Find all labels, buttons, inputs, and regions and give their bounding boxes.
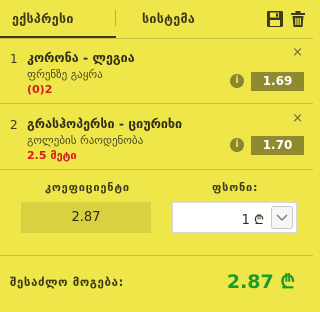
floppy-disk-icon[interactable]	[266, 10, 284, 28]
trash-icon[interactable]	[289, 10, 307, 28]
possible-winnings: შესაძლო მოგება: 2.87 ₾	[0, 255, 313, 312]
tab-system[interactable]: სისტემა	[142, 11, 195, 26]
bet-item: 1 კორონა - ლეგია ფრენზე გაყრა (0)2 × i 1…	[0, 38, 313, 102]
chevron-down-icon[interactable]	[271, 206, 293, 229]
info-icon[interactable]: i	[230, 138, 244, 152]
stake-select[interactable]: 1 ₾	[172, 202, 297, 233]
bet-match: კორონა - ლეგია	[27, 50, 135, 65]
stake-label: ფსონი:	[212, 181, 259, 194]
bet-item: 2 გრასჰოპერსი - ციურიხი გოლების რაოდენობ…	[0, 103, 313, 169]
bet-pick: (0)2	[27, 83, 53, 96]
bet-market: გოლების რაოდენობა	[27, 134, 144, 147]
bet-market: ფრენზე გაყრა	[27, 68, 103, 81]
info-icon[interactable]: i	[230, 74, 244, 88]
odds-badge: 1.70	[251, 136, 304, 155]
tab-express[interactable]: ექსპრესი	[12, 11, 74, 26]
close-icon[interactable]: ×	[292, 111, 303, 126]
coefficient-value: 2.87	[21, 202, 151, 233]
stake-value: 1 ₾	[241, 213, 264, 228]
tab-divider	[115, 10, 116, 26]
bet-slip-tabs: ექსპრესი სისტემა	[0, 0, 313, 39]
bet-index: 2	[10, 118, 18, 132]
odds-badge: 1.69	[251, 72, 304, 91]
bet-pick: 2.5 მეტი	[27, 149, 77, 162]
bet-match: გრასჰოპერსი - ციურიხი	[27, 116, 183, 131]
bet-index: 1	[10, 52, 18, 66]
winnings-value: 2.87 ₾	[226, 271, 295, 293]
stake-section: კოეფიციენტი ფსონი: 2.87 1 ₾	[0, 169, 313, 255]
coefficient-label: კოეფიციენტი	[45, 181, 130, 194]
winnings-label: შესაძლო მოგება:	[10, 275, 124, 289]
close-icon[interactable]: ×	[292, 45, 303, 60]
